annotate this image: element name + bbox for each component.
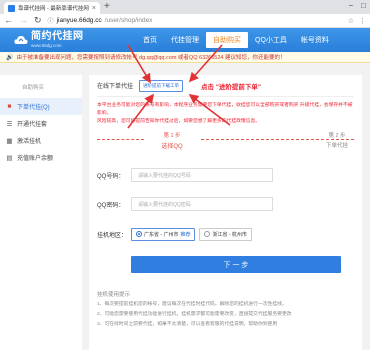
qq-password-label: QQ密码： xyxy=(97,202,125,209)
notice-bar: 🔊 由于被准备要出现问题，您需要按照到请修改帐号 dg.qq@qq.com 或者… xyxy=(0,52,370,63)
region-options: 广东省 - 广州市 推荐 浙江省 - 杭州市 xyxy=(131,227,252,241)
grid-icon: ▦ xyxy=(6,137,13,145)
window-controls: − □ xyxy=(348,1,366,10)
panel-header: 在线下单代挂 进阶提前下载工单 点击 "进阶提前下单" xyxy=(97,75,354,97)
warning-line: 风险较高，您可将提前告知你代挂过后，如要您想了解更多的代挂政策信息。 xyxy=(97,119,261,125)
browser-tab[interactable]: 靠谱代挂网 - 最新靠谱代挂网站 × xyxy=(4,2,100,14)
hint-line: 2、可能您需要使用代挂功能进行挂机，挂机需求都可能需要改变，直接提交代挂服务要更… xyxy=(97,312,292,318)
forward-icon[interactable]: → xyxy=(19,16,28,25)
qq-password-input[interactable]: 请输入要代挂的QQ密码 xyxy=(131,197,273,211)
hints-title: 挂机使用提示 xyxy=(97,292,131,298)
site-favicon-icon xyxy=(8,4,15,12)
address-bar: ← → ↻ ⓘ jianyue.66dg.cc/user/shop/index … xyxy=(0,14,370,28)
not-secure-icon[interactable]: ⓘ xyxy=(48,16,54,25)
minimize-icon[interactable]: − xyxy=(348,1,353,10)
back-icon[interactable]: ← xyxy=(4,16,13,25)
step-number: 第 2 步 xyxy=(328,133,346,139)
region-row: 挂机地区： 广东省 - 广州市 推荐 浙江省 - 杭州市 xyxy=(97,224,354,244)
step-number: 第 1 步 xyxy=(163,133,181,139)
next-step-button[interactable]: 下 一 步 xyxy=(131,256,341,273)
speaker-icon: 🔊 xyxy=(6,54,14,61)
nav-home[interactable]: 首页 xyxy=(136,28,164,52)
order-panel: 在线下单代挂 进阶提前下载工单 点击 "进阶提前下单" 本平台业务可能对您的帐号… xyxy=(89,75,362,350)
url-field[interactable]: ⓘ jianyue.66dg.cc/user/shop/index xyxy=(48,16,342,25)
star-icon[interactable]: ☆ xyxy=(348,17,354,25)
browser-tab-strip: 靠谱代挂网 - 最新靠谱代挂网站 × + − □ xyxy=(0,0,370,14)
nav-self-purchase[interactable]: 自助购买 xyxy=(206,32,248,48)
cart-icon: ■ xyxy=(7,103,12,110)
wallet-icon: ▤ xyxy=(6,154,13,162)
sidebar-title: 自助购买 xyxy=(22,85,45,91)
sidebar-item-label: 充值账户余额 xyxy=(17,156,54,162)
sidebar-item-label: 下单代挂(Q) xyxy=(17,105,50,111)
qq-number-input[interactable]: 请输入要代挂的QQ号码 xyxy=(131,168,273,182)
sidebar: 自助购买 ■ 下单代挂(Q) ☰ 开通代挂套 ▦ 激活挂机 ▤ 充值账户余额 xyxy=(0,75,82,350)
advance-order-button[interactable]: 进阶提前下载工单 xyxy=(139,79,184,92)
step-1: 第 1 步 选择QQ xyxy=(147,131,197,150)
main-nav: 首页 代挂管理 自助购买 QQ小工具 帐号资料 xyxy=(136,28,336,52)
sidebar-item-activate[interactable]: ▦ 激活挂机 xyxy=(0,132,82,149)
qq-number-row: QQ号码： 请输入要代挂的QQ号码 xyxy=(97,165,354,185)
region-label: 挂机地区： xyxy=(97,232,128,239)
sidebar-item-open[interactable]: ☰ 开通代挂套 xyxy=(0,115,82,132)
hint-line: 1、每次要提前挂机您的帐号，建议每次在代挂时挂代码，解除您的挂机进行一次性挂线。 xyxy=(97,302,287,307)
logo-name: 简约代挂网 xyxy=(31,31,84,43)
address-bar-actions: ☆ ⋮ xyxy=(348,17,366,25)
site-logo[interactable]: 简约代挂网 www.66dg.com xyxy=(14,32,136,48)
cloud-logo-icon xyxy=(14,34,28,46)
close-tab-icon[interactable]: × xyxy=(92,5,96,12)
warning-line: 本平台业务可能对您的帐号有影响，本程序业务需要您下单代挂，收挂您可以全部购买或者… xyxy=(97,103,353,117)
nav-manage[interactable]: 代挂管理 xyxy=(164,28,206,52)
region-option-hangzhou[interactable]: 浙江省 - 杭州市 xyxy=(199,227,252,241)
reload-icon[interactable]: ↻ xyxy=(34,16,42,25)
region-option-label: 浙江省 - 杭州市 xyxy=(212,231,247,238)
notice-text: 由于被准备要出现问题，您需要按照到请修改帐号 dg.qq@qq.com 或者QQ… xyxy=(16,55,286,61)
content-area: 自助购买 ■ 下单代挂(Q) ☰ 开通代挂套 ▦ 激活挂机 ▤ 充值账户余额 在… xyxy=(0,63,370,350)
warning-text: 本平台业务可能对您的帐号有影响，本程序业务需要您下单代挂，收挂您可以全部购买或者… xyxy=(97,97,354,129)
nav-account[interactable]: 帐号资料 xyxy=(294,28,336,52)
qq-password-row: QQ密码： 请输入要代挂的QQ密码 xyxy=(97,194,354,214)
sidebar-item-recharge[interactable]: ▤ 充值账户余额 xyxy=(0,149,82,166)
tab-title: 靠谱代挂网 - 最新靠谱代挂网站 xyxy=(18,6,89,12)
url-path: /user/shop/index xyxy=(104,17,153,24)
step-line xyxy=(97,139,144,140)
site-header: 简约代挂网 www.66dg.com 首页 代挂管理 自助购买 QQ小工具 帐号… xyxy=(0,28,370,52)
region-option-guangzhou[interactable]: 广东省 - 广州市 推荐 xyxy=(131,227,196,241)
hint-line: 3、可在线时间之前要代挂，如果不太清楚，可以查看客服的代挂说明，帮助你到使用 xyxy=(97,322,278,328)
annotation-callout: 点击 "进阶提前下单" xyxy=(201,83,261,91)
region-option-label: 广东省 - 广州市 xyxy=(144,231,179,238)
maximize-icon[interactable]: □ xyxy=(361,1,366,10)
qq-number-label: QQ号码： xyxy=(97,173,125,180)
recommend-tag: 推荐 xyxy=(180,231,191,238)
step-label: 选择QQ xyxy=(161,144,183,150)
new-tab-icon[interactable]: + xyxy=(104,2,110,12)
url-domain: jianyue.66dg.cc xyxy=(56,17,102,24)
sidebar-item-label: 激活挂机 xyxy=(17,139,42,145)
step-label: 下单代挂 xyxy=(325,143,348,149)
nav-qq-tools[interactable]: QQ小工具 xyxy=(248,28,294,52)
sidebar-item-label: 开通代挂套 xyxy=(17,122,48,128)
step-indicator: 第 1 步 选择QQ 第 2 步 下单代挂 xyxy=(97,131,354,159)
radio-icon xyxy=(204,231,211,237)
logo-domain: www.66dg.com xyxy=(31,42,62,48)
sidebar-item-order[interactable]: ■ 下单代挂(Q) xyxy=(0,98,82,115)
radio-selected-icon xyxy=(136,231,142,237)
panel-title: 在线下单代挂 xyxy=(97,84,134,90)
step-2: 第 2 步 下单代挂 xyxy=(320,131,354,149)
extensions-icon[interactable]: ⋮ xyxy=(359,17,366,25)
list-icon: ☰ xyxy=(6,120,13,128)
